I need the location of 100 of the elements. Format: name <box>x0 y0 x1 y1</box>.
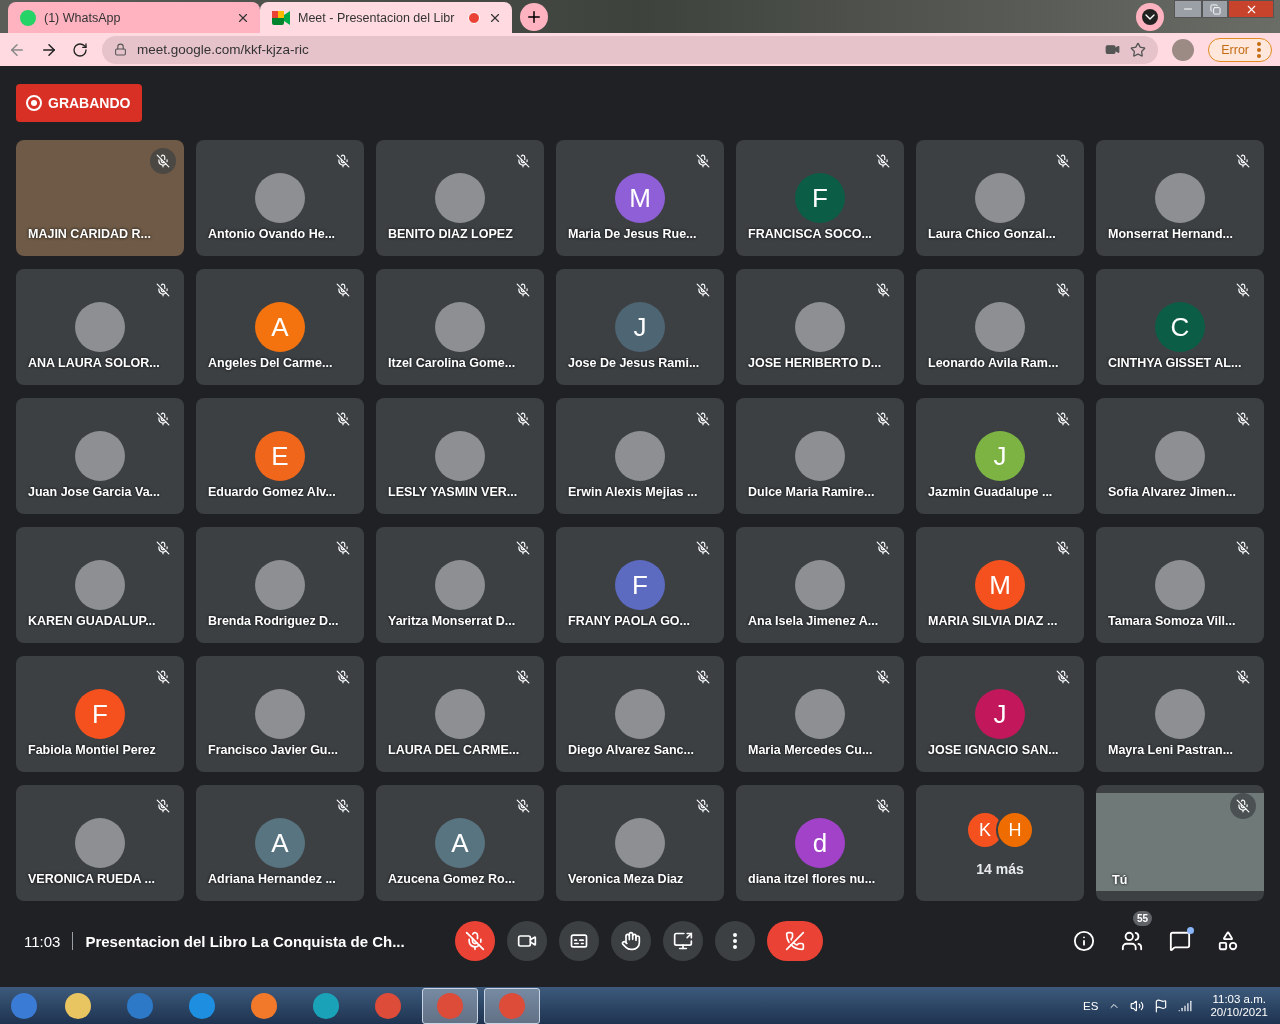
participant-name: Veronica Meza Diaz <box>568 872 684 887</box>
participant-name: Sofia Alvarez Jimen... <box>1108 485 1237 500</box>
participant-name: Monserrat Hernand... <box>1108 227 1234 242</box>
minimize-button[interactable] <box>1174 0 1202 18</box>
chat-app-icon <box>20 9 36 26</box>
profile-avatar[interactable] <box>1172 38 1195 61</box>
start-button <box>10 991 38 1020</box>
mic-off-icon <box>1236 154 1250 169</box>
participant-name: LESLY YASMIN VER... <box>388 485 518 500</box>
participant-name: Mayra Leni Pastran... <box>1108 743 1234 758</box>
camera-button[interactable] <box>507 921 548 962</box>
microphone-button[interactable] <box>455 921 496 962</box>
participant-name: Angeles Del Carme... <box>208 356 333 371</box>
mic-off-icon <box>516 412 530 427</box>
restore-button[interactable] <box>1202 0 1228 18</box>
participant-name: diana itzel flores nu... <box>748 872 876 887</box>
avatar-photo <box>975 173 1025 224</box>
avatar-photo <box>75 431 125 482</box>
avatar-initial: A <box>435 818 485 869</box>
mic-off-icon <box>696 412 710 427</box>
participant-name: Tú <box>1112 873 1128 888</box>
mic-off-icon <box>156 412 170 427</box>
avatar-photo <box>435 560 485 611</box>
menu-dots-icon <box>1257 41 1261 58</box>
participant-name: Jazmin Guadalupe ... <box>928 485 1053 500</box>
mic-off-icon <box>465 931 486 952</box>
chat-icon <box>1169 930 1191 953</box>
avatar-photo <box>1155 431 1205 482</box>
participant-name: Adriana Hernandez ... <box>208 872 336 887</box>
reload-icon[interactable] <box>72 41 88 58</box>
browser-icon <box>312 991 340 1020</box>
participant-name: Azucena Gomez Ro... <box>388 872 516 887</box>
mic-off-icon <box>876 799 890 814</box>
avatar-photo <box>435 173 485 224</box>
mic-off-icon <box>156 799 170 814</box>
avatar-initial: A <box>255 818 305 869</box>
mic-off-icon <box>336 283 350 298</box>
bookmark-star-icon[interactable] <box>1130 41 1147 58</box>
avatar-photo <box>1155 689 1205 740</box>
participant-name: Brenda Rodriguez D... <box>208 614 339 629</box>
present-button[interactable] <box>663 921 704 962</box>
caret-icon <box>1142 9 1158 25</box>
raise-hand-button[interactable] <box>611 921 652 962</box>
participant-name: Tamara Somoza Vill... <box>1108 614 1236 629</box>
avatar-photo <box>795 302 845 353</box>
mic-off-icon <box>336 154 350 169</box>
mic-off-icon <box>516 541 530 556</box>
taskbar-app-button[interactable] <box>422 987 478 1024</box>
participant-name: Maria De Jesus Rue... <box>568 227 697 242</box>
participant-name: Antonio Ovando He... <box>208 227 336 242</box>
avatar-photo <box>75 302 125 353</box>
new-tab-button[interactable] <box>520 3 548 32</box>
avatar-initial: A <box>255 302 305 353</box>
avatar-photo <box>615 431 665 482</box>
avatar-photo <box>255 173 305 224</box>
avatar-photo <box>615 818 665 869</box>
participant-name: JOSE HERIBERTO D... <box>748 356 882 371</box>
more-options-button[interactable] <box>715 921 756 962</box>
tab-search-button[interactable] <box>1136 3 1164 31</box>
participant-name: FRANCISCA SOCO... <box>748 227 872 242</box>
hand-icon <box>621 931 642 952</box>
avatar-initial: F <box>615 560 665 611</box>
participant-name: Francisco Javier Gu... <box>208 743 338 758</box>
mic-off-icon <box>156 541 170 556</box>
participant-name: Erwin Alexis Mejias ... <box>568 485 698 500</box>
browser-icon <box>250 991 278 1020</box>
video-camera-icon <box>272 10 290 25</box>
participant-name: MAJIN CARIDAD R... <box>28 227 151 242</box>
flag-icon[interactable] <box>1154 998 1169 1013</box>
participant-name: VERONICA RUEDA ... <box>28 872 155 887</box>
avatar-initial: H <box>996 811 1034 850</box>
taskbar-app-button[interactable] <box>484 987 540 1024</box>
participant-name: Itzel Carolina Gome... <box>388 356 516 371</box>
mic-off-icon <box>1236 670 1250 685</box>
mic-off-icon <box>1056 154 1070 169</box>
meeting-time: 11:03 <box>24 932 61 950</box>
hang-up-button[interactable] <box>767 921 824 962</box>
address-bar[interactable]: meet.google.com/kkf-kjza-ric <box>102 35 1159 64</box>
browser-tab[interactable]: (1) WhatsApp <box>8 2 260 34</box>
avatar-photo <box>1155 173 1205 224</box>
mic-off-icon <box>156 154 170 169</box>
participant-name: ANA LAURA SOLOR... <box>28 356 160 371</box>
mic-off-icon <box>336 670 350 685</box>
mic-off-icon <box>516 283 530 298</box>
mic-off-icon <box>1056 412 1070 427</box>
language-indicator[interactable]: ES <box>1083 999 1099 1012</box>
avatar-photo <box>75 560 125 611</box>
signal-icon[interactable] <box>1178 998 1193 1013</box>
captions-button[interactable] <box>559 921 600 962</box>
mic-off-icon <box>156 283 170 298</box>
present-screen-icon <box>673 931 694 952</box>
mic-off-icon <box>516 799 530 814</box>
browser-tab[interactable]: Meet - Presentacion del Libr <box>260 2 512 34</box>
close-window-button[interactable] <box>1228 0 1274 18</box>
avatar-initial: J <box>615 302 665 353</box>
mic-off-icon <box>1236 283 1250 298</box>
volume-icon[interactable] <box>1130 998 1145 1013</box>
participant-name: Yaritza Monserrat D... <box>388 614 516 629</box>
avatar-initial: M <box>615 173 665 224</box>
mic-off-icon <box>336 541 350 556</box>
